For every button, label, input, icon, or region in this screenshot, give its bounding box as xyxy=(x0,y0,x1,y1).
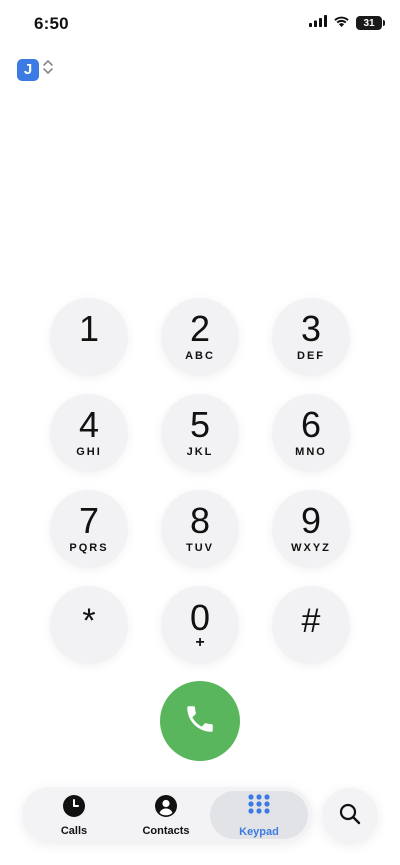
tab-keypad[interactable]: Keypad xyxy=(210,791,308,839)
tab-calls[interactable]: Calls xyxy=(28,791,120,839)
key-letters: TUV xyxy=(186,541,214,554)
battery-level: 31 xyxy=(363,17,375,29)
key-7[interactable]: 7 PQRS xyxy=(50,490,128,568)
key-digit: 6 xyxy=(300,403,322,445)
key-digit: 8 xyxy=(189,499,211,541)
tab-label: Keypad xyxy=(239,825,279,838)
key-digit: 2 xyxy=(189,307,211,349)
key-5[interactable]: 5 JKL xyxy=(161,394,239,472)
key-4[interactable]: 4 GHI xyxy=(50,394,128,472)
key-star[interactable]: * xyxy=(50,586,128,664)
key-9[interactable]: 9 WXYZ xyxy=(272,490,350,568)
clock-icon xyxy=(62,794,86,823)
key-digit: * xyxy=(82,601,96,640)
key-letters: GHI xyxy=(76,445,102,458)
key-6[interactable]: 6 MNO xyxy=(272,394,350,472)
key-letters: DEF xyxy=(297,349,325,362)
key-letters: PQRS xyxy=(69,541,109,554)
key-0[interactable]: 0 + xyxy=(161,586,239,664)
key-8[interactable]: 8 TUV xyxy=(161,490,239,568)
key-letters: ABC xyxy=(185,349,215,362)
key-digit: # xyxy=(301,601,321,640)
key-digit: 7 xyxy=(78,499,100,541)
key-digit: 3 xyxy=(300,307,322,349)
key-3[interactable]: 3 DEF xyxy=(272,298,350,376)
keypad-grid-icon xyxy=(246,793,272,824)
key-1[interactable]: 1 xyxy=(50,298,128,376)
key-letters: WXYZ xyxy=(291,541,331,554)
tab-label: Calls xyxy=(60,824,88,837)
search-button[interactable] xyxy=(322,788,378,844)
key-hash[interactable]: # xyxy=(272,586,350,664)
key-letters: JKL xyxy=(186,445,214,458)
search-icon xyxy=(338,802,362,831)
call-button[interactable] xyxy=(160,681,240,761)
tab-contacts[interactable]: Contacts xyxy=(120,791,212,839)
key-digit: 9 xyxy=(300,499,322,541)
key-letters: MNO xyxy=(295,445,327,458)
key-digit: 1 xyxy=(78,307,100,349)
person-icon xyxy=(154,794,178,823)
tab-label: Contacts xyxy=(142,824,190,837)
key-digit: 5 xyxy=(189,403,211,445)
key-digit: 4 xyxy=(78,403,100,445)
phone-screen: 6:50 31 J 1 2 ABC 3 DEF 4 GHI 5 JKL 6 MN… xyxy=(0,0,400,865)
key-digit: 0 xyxy=(189,597,211,638)
key-letters: + xyxy=(195,634,205,651)
key-2[interactable]: 2 ABC xyxy=(161,298,239,376)
phone-icon xyxy=(183,702,217,741)
tab-bar: Calls Contacts Keypad xyxy=(22,787,312,843)
